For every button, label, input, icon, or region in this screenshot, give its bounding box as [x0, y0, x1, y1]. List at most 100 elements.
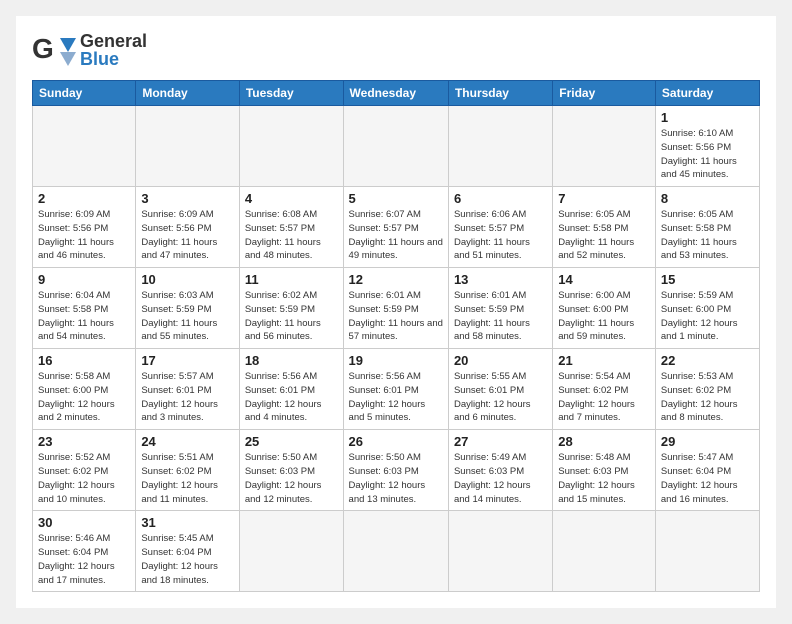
day-number: 18	[245, 353, 338, 368]
calendar-cell	[239, 511, 343, 592]
calendar-cell: 6 Sunrise: 6:06 AM Sunset: 5:57 PM Daylig…	[448, 187, 552, 268]
day-info: Sunrise: 6:10 AM Sunset: 5:56 PM Dayligh…	[661, 127, 754, 182]
calendar-week-row: 30Sunrise: 5:46 AM Sunset: 6:04 PM Dayli…	[33, 511, 760, 592]
day-info: Sunrise: 5:54 AM Sunset: 6:02 PM Dayligh…	[558, 370, 650, 425]
calendar-cell: 7 Sunrise: 6:05 AM Sunset: 5:58 PM Daylig…	[553, 187, 656, 268]
day-number: 24	[141, 434, 234, 449]
day-number: 8	[661, 191, 754, 206]
calendar-cell: 13 Sunrise: 6:01 AM Sunset: 5:59 PM Dayli…	[448, 268, 552, 349]
header: G General Blue	[32, 32, 760, 68]
calendar-day-header: Friday	[553, 81, 656, 106]
day-info: Sunrise: 5:56 AM Sunset: 6:01 PM Dayligh…	[349, 370, 443, 425]
calendar-cell: 26Sunrise: 5:50 AM Sunset: 6:03 PM Dayli…	[343, 430, 448, 511]
day-number: 16	[38, 353, 130, 368]
calendar-cell: 18 Sunrise: 5:56 AM Sunset: 6:01 PM Dayli…	[239, 349, 343, 430]
calendar-cell: 8 Sunrise: 6:05 AM Sunset: 5:58 PM Daylig…	[655, 187, 759, 268]
day-info: Sunrise: 5:47 AM Sunset: 6:04 PM Dayligh…	[661, 451, 754, 506]
calendar-week-row: 2Sunrise: 6:09 AM Sunset: 5:56 PM Daylig…	[33, 187, 760, 268]
day-number: 27	[454, 434, 547, 449]
calendar-cell	[239, 106, 343, 187]
calendar-cell: 23Sunrise: 5:52 AM Sunset: 6:02 PM Dayli…	[33, 430, 136, 511]
calendar-cell	[553, 511, 656, 592]
day-info: Sunrise: 5:49 AM Sunset: 6:03 PM Dayligh…	[454, 451, 547, 506]
day-number: 17	[141, 353, 234, 368]
day-info: Sunrise: 6:02 AM Sunset: 5:59 PM Dayligh…	[245, 289, 338, 344]
calendar-cell	[136, 106, 240, 187]
day-info: Sunrise: 5:50 AM Sunset: 6:03 PM Dayligh…	[349, 451, 443, 506]
calendar-table: SundayMondayTuesdayWednesdayThursdayFrid…	[32, 80, 760, 592]
calendar-cell	[448, 511, 552, 592]
day-info: Sunrise: 6:08 AM Sunset: 5:57 PM Dayligh…	[245, 208, 338, 263]
calendar-cell: 3 Sunrise: 6:09 AM Sunset: 5:56 PM Daylig…	[136, 187, 240, 268]
calendar-cell: 12Sunrise: 6:01 AM Sunset: 5:59 PM Dayli…	[343, 268, 448, 349]
calendar-week-row: 9Sunrise: 6:04 AM Sunset: 5:58 PM Daylig…	[33, 268, 760, 349]
svg-text:G: G	[32, 33, 54, 64]
calendar-week-row: 1 Sunrise: 6:10 AM Sunset: 5:56 PM Daylig…	[33, 106, 760, 187]
day-info: Sunrise: 6:05 AM Sunset: 5:58 PM Dayligh…	[661, 208, 754, 263]
day-info: Sunrise: 6:03 AM Sunset: 5:59 PM Dayligh…	[141, 289, 234, 344]
calendar-cell: 29 Sunrise: 5:47 AM Sunset: 6:04 PM Dayli…	[655, 430, 759, 511]
day-info: Sunrise: 6:01 AM Sunset: 5:59 PM Dayligh…	[454, 289, 547, 344]
calendar-day-header: Monday	[136, 81, 240, 106]
calendar-cell: 10 Sunrise: 6:03 AM Sunset: 5:59 PM Dayli…	[136, 268, 240, 349]
day-number: 1	[661, 110, 754, 125]
calendar-cell: 4Sunrise: 6:08 AM Sunset: 5:57 PM Daylig…	[239, 187, 343, 268]
day-info: Sunrise: 6:04 AM Sunset: 5:58 PM Dayligh…	[38, 289, 130, 344]
day-info: Sunrise: 5:52 AM Sunset: 6:02 PM Dayligh…	[38, 451, 130, 506]
day-info: Sunrise: 5:46 AM Sunset: 6:04 PM Dayligh…	[38, 532, 130, 587]
calendar-cell: 11 Sunrise: 6:02 AM Sunset: 5:59 PM Dayli…	[239, 268, 343, 349]
day-info: Sunrise: 5:55 AM Sunset: 6:01 PM Dayligh…	[454, 370, 547, 425]
day-number: 12	[349, 272, 443, 287]
calendar-cell: 15 Sunrise: 5:59 AM Sunset: 6:00 PM Dayli…	[655, 268, 759, 349]
calendar-cell: 25 Sunrise: 5:50 AM Sunset: 6:03 PM Dayli…	[239, 430, 343, 511]
day-info: Sunrise: 6:05 AM Sunset: 5:58 PM Dayligh…	[558, 208, 650, 263]
calendar-cell: 20 Sunrise: 5:55 AM Sunset: 6:01 PM Dayli…	[448, 349, 552, 430]
calendar-cell: 31 Sunrise: 5:45 AM Sunset: 6:04 PM Dayli…	[136, 511, 240, 592]
day-number: 11	[245, 272, 338, 287]
calendar-cell: 2Sunrise: 6:09 AM Sunset: 5:56 PM Daylig…	[33, 187, 136, 268]
calendar-week-row: 16 Sunrise: 5:58 AM Sunset: 6:00 PM Dayli…	[33, 349, 760, 430]
calendar-cell	[343, 511, 448, 592]
day-number: 7	[558, 191, 650, 206]
calendar-cell	[655, 511, 759, 592]
day-info: Sunrise: 6:09 AM Sunset: 5:56 PM Dayligh…	[38, 208, 130, 263]
day-info: Sunrise: 6:09 AM Sunset: 5:56 PM Dayligh…	[141, 208, 234, 263]
calendar-cell: 9Sunrise: 6:04 AM Sunset: 5:58 PM Daylig…	[33, 268, 136, 349]
day-info: Sunrise: 5:56 AM Sunset: 6:01 PM Dayligh…	[245, 370, 338, 425]
calendar-cell: 21 Sunrise: 5:54 AM Sunset: 6:02 PM Dayli…	[553, 349, 656, 430]
day-number: 25	[245, 434, 338, 449]
day-info: Sunrise: 5:53 AM Sunset: 6:02 PM Dayligh…	[661, 370, 754, 425]
day-number: 21	[558, 353, 650, 368]
day-info: Sunrise: 5:59 AM Sunset: 6:00 PM Dayligh…	[661, 289, 754, 344]
calendar-cell	[343, 106, 448, 187]
day-number: 19	[349, 353, 443, 368]
day-info: Sunrise: 5:45 AM Sunset: 6:04 PM Dayligh…	[141, 532, 234, 587]
day-number: 29	[661, 434, 754, 449]
calendar-cell: 19 Sunrise: 5:56 AM Sunset: 6:01 PM Dayli…	[343, 349, 448, 430]
calendar-cell: 30Sunrise: 5:46 AM Sunset: 6:04 PM Dayli…	[33, 511, 136, 592]
day-number: 13	[454, 272, 547, 287]
calendar-cell: 17Sunrise: 5:57 AM Sunset: 6:01 PM Dayli…	[136, 349, 240, 430]
calendar-cell: 5Sunrise: 6:07 AM Sunset: 5:57 PM Daylig…	[343, 187, 448, 268]
page: G General Blue SundayMondayTuesdayWednes…	[16, 16, 776, 608]
day-number: 15	[661, 272, 754, 287]
calendar-cell	[448, 106, 552, 187]
logo: G General Blue	[32, 32, 147, 68]
day-info: Sunrise: 5:50 AM Sunset: 6:03 PM Dayligh…	[245, 451, 338, 506]
calendar-day-header: Sunday	[33, 81, 136, 106]
day-info: Sunrise: 6:06 AM Sunset: 5:57 PM Dayligh…	[454, 208, 547, 263]
day-number: 20	[454, 353, 547, 368]
day-info: Sunrise: 5:58 AM Sunset: 6:00 PM Dayligh…	[38, 370, 130, 425]
calendar-cell: 14Sunrise: 6:00 AM Sunset: 6:00 PM Dayli…	[553, 268, 656, 349]
calendar-header-row: SundayMondayTuesdayWednesdayThursdayFrid…	[33, 81, 760, 106]
day-number: 3	[141, 191, 234, 206]
calendar-cell: 24Sunrise: 5:51 AM Sunset: 6:02 PM Dayli…	[136, 430, 240, 511]
day-number: 31	[141, 515, 234, 530]
day-info: Sunrise: 5:48 AM Sunset: 6:03 PM Dayligh…	[558, 451, 650, 506]
logo-icon: G	[32, 32, 76, 68]
day-info: Sunrise: 6:00 AM Sunset: 6:00 PM Dayligh…	[558, 289, 650, 344]
calendar-cell: 22Sunrise: 5:53 AM Sunset: 6:02 PM Dayli…	[655, 349, 759, 430]
calendar-cell	[553, 106, 656, 187]
day-number: 6	[454, 191, 547, 206]
day-number: 10	[141, 272, 234, 287]
